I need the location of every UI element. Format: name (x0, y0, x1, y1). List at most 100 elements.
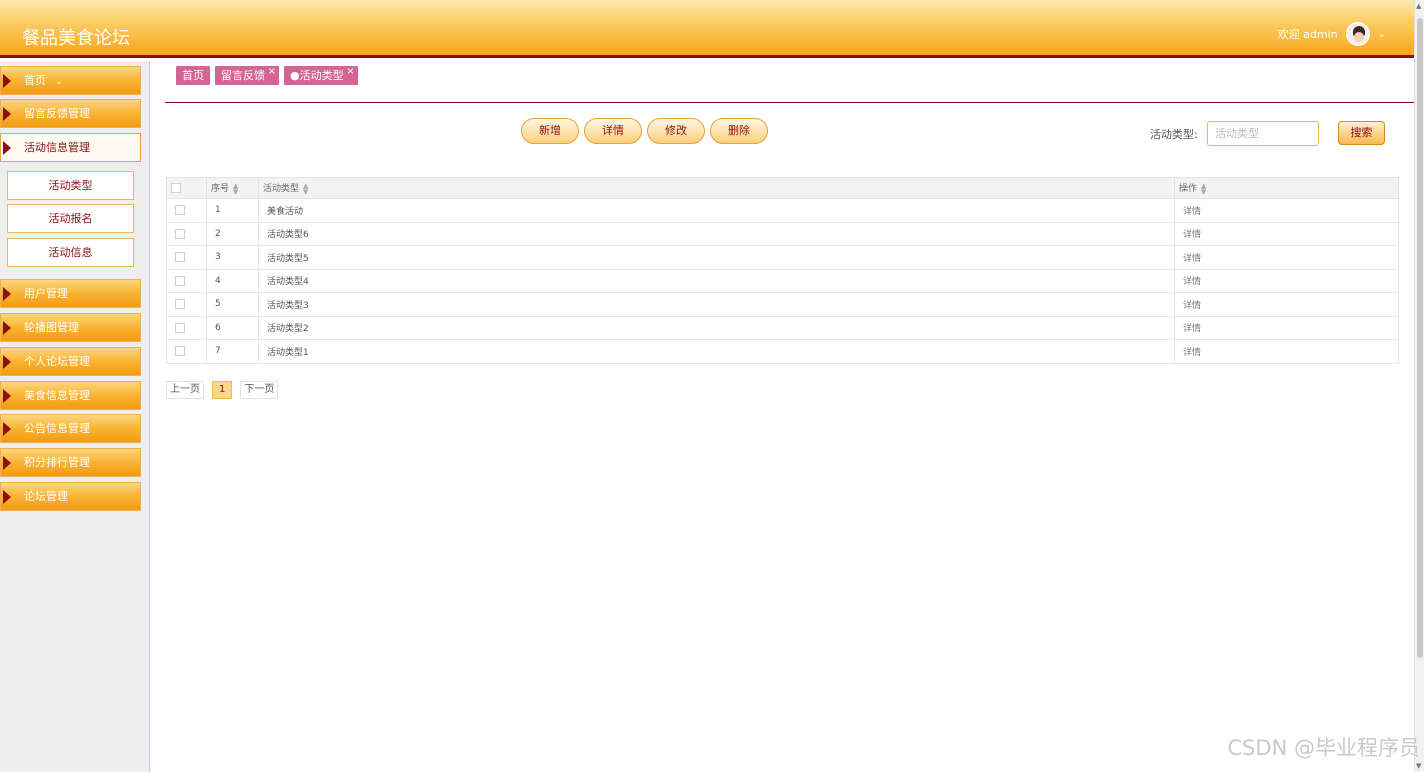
detail-link[interactable]: 详情 (1174, 339, 1399, 364)
scroll-up-icon[interactable]: ▲ (1416, 2, 1421, 10)
tab-divider (165, 102, 1414, 103)
user-menu[interactable]: 欢迎 admin ⌄ (1278, 22, 1386, 46)
vertical-scrollbar[interactable]: ▲ ▼ (1414, 0, 1424, 772)
sidebar-subitem-activity-signup[interactable]: 活动报名 (7, 204, 134, 233)
cell-type: 活动类型1 (258, 339, 1175, 364)
search-button[interactable]: 搜索 (1338, 121, 1385, 145)
sidebar-item-notice[interactable]: 公告信息管理 (0, 414, 141, 443)
cell-no: 6 (206, 315, 259, 340)
row-checkbox[interactable] (175, 346, 185, 356)
sort-arrows-icon[interactable]: ▲ ▼ (233, 182, 238, 195)
sidebar-item-points-ranking[interactable]: 积分排行管理 (0, 448, 141, 477)
sidebar: 首页 ⌄ 留言反馈管理 活动信息管理 活动类型 活动报名 活动信息 用户管理 轮… (0, 61, 150, 772)
delete-button[interactable]: 删除 (710, 118, 768, 144)
table-header-row: 序号 ▲ ▼ 活动类型 ▲ ▼ 操作 ▲ ▼ (166, 177, 1399, 199)
scroll-down-icon[interactable]: ▼ (1416, 762, 1421, 770)
sidebar-item-label: 活动信息管理 (24, 141, 90, 154)
sidebar-item-forum[interactable]: 论坛管理 (0, 482, 141, 511)
tab-feedback[interactable]: 留言反馈 × (215, 66, 279, 85)
sidebar-item-personal-forum[interactable]: 个人论坛管理 (0, 347, 141, 376)
cell-no: 2 (206, 221, 259, 246)
chevron-down-icon[interactable]: ⌄ (1378, 29, 1386, 40)
search-input[interactable] (1207, 121, 1319, 146)
sidebar-item-home[interactable]: 首页 ⌄ (0, 66, 141, 95)
sidebar-item-users[interactable]: 用户管理 (0, 279, 141, 308)
scrollbar-thumb[interactable] (1417, 18, 1423, 658)
search-label: 活动类型: (1150, 128, 1198, 141)
sort-arrows-icon[interactable]: ▲ ▼ (1201, 182, 1206, 195)
detail-link[interactable]: 详情 (1174, 292, 1399, 317)
prev-page-button[interactable]: 上一页 (166, 381, 204, 399)
row-select-cell (166, 245, 207, 270)
row-select-cell (166, 198, 207, 223)
sidebar-item-label: 积分排行管理 (24, 456, 90, 469)
triangle-right-icon (3, 287, 11, 301)
tab-home[interactable]: 首页 (176, 66, 210, 85)
cell-no: 5 (206, 292, 259, 317)
row-checkbox[interactable] (175, 322, 185, 333)
sidebar-item-label: 美食信息管理 (24, 389, 90, 402)
edit-button[interactable]: 修改 (647, 118, 705, 144)
triangle-right-icon (3, 107, 11, 121)
detail-link[interactable]: 详情 (1174, 268, 1399, 293)
table-row[interactable]: 1 美食活动 详情 (166, 198, 1399, 223)
row-checkbox[interactable] (175, 275, 185, 286)
row-checkbox[interactable] (175, 205, 185, 215)
select-all-cell (166, 177, 207, 199)
detail-link[interactable]: 详情 (1174, 198, 1399, 223)
activity-type-table: 序号 ▲ ▼ 活动类型 ▲ ▼ 操作 ▲ ▼ 1 美食活动 详情 2 活动类型6 详情 3 … (166, 177, 1399, 364)
triangle-right-icon (3, 355, 11, 369)
welcome-text: 欢迎 admin (1277, 28, 1338, 41)
column-header-type[interactable]: 活动类型 ▲ ▼ (258, 177, 1175, 199)
table-row[interactable]: 7 活动类型1 详情 (166, 339, 1399, 364)
triangle-right-icon (3, 321, 11, 335)
select-all-checkbox[interactable] (171, 182, 181, 193)
detail-link[interactable]: 详情 (1174, 221, 1399, 246)
table-row[interactable]: 3 活动类型5 详情 (166, 245, 1399, 270)
row-select-cell (166, 315, 207, 340)
row-select-cell (166, 221, 207, 246)
sort-arrows-icon[interactable]: ▲ ▼ (303, 182, 308, 195)
table-row[interactable]: 5 活动类型3 详情 (166, 292, 1399, 317)
sidebar-item-feedback[interactable]: 留言反馈管理 (0, 99, 141, 128)
sidebar-item-food-info[interactable]: 美食信息管理 (0, 381, 141, 410)
close-icon[interactable]: × (268, 62, 276, 81)
column-header-no[interactable]: 序号 ▲ ▼ (206, 177, 259, 199)
cell-type: 活动类型2 (258, 315, 1175, 340)
row-checkbox[interactable] (175, 228, 185, 239)
column-header-actions[interactable]: 操作 ▲ ▼ (1174, 177, 1399, 199)
sidebar-subitem-activity-info[interactable]: 活动信息 (7, 238, 134, 267)
cell-type: 活动类型5 (258, 245, 1175, 270)
table-row[interactable]: 6 活动类型2 详情 (166, 315, 1399, 340)
table-row[interactable]: 2 活动类型6 详情 (166, 221, 1399, 246)
tab-label: 留言反馈 (221, 69, 265, 82)
tab-label: ●活动类型 (290, 69, 344, 82)
tab-activity-type[interactable]: ●活动类型 × (284, 66, 358, 85)
next-page-button[interactable]: 下一页 (240, 381, 279, 399)
close-icon[interactable]: × (346, 62, 354, 81)
sidebar-item-carousel[interactable]: 轮播图管理 (0, 313, 141, 342)
sidebar-item-label: 用户管理 (24, 287, 68, 300)
sidebar-item-label: 首页 (24, 74, 46, 87)
sidebar-item-activity[interactable]: 活动信息管理 (0, 133, 141, 162)
detail-button[interactable]: 详情 (584, 118, 642, 144)
sidebar-subitem-activity-type[interactable]: 活动类型 (7, 171, 134, 200)
row-checkbox[interactable] (175, 252, 185, 262)
row-checkbox[interactable] (175, 299, 185, 309)
cell-no: 7 (206, 339, 259, 364)
row-select-cell (166, 339, 207, 364)
sidebar-item-label: 留言反馈管理 (24, 107, 90, 120)
page-1-button[interactable]: 1 (212, 381, 233, 399)
pagination: 上一页 1 下一页 (166, 381, 279, 399)
sidebar-item-label: 个人论坛管理 (24, 355, 90, 368)
cell-type: 活动类型4 (258, 268, 1175, 293)
triangle-right-icon (3, 422, 11, 436)
table-row[interactable]: 4 活动类型4 详情 (166, 268, 1399, 293)
detail-link[interactable]: 详情 (1174, 245, 1399, 270)
detail-link[interactable]: 详情 (1174, 315, 1399, 340)
user-avatar-icon[interactable] (1345, 22, 1370, 46)
add-button[interactable]: 新增 (521, 118, 579, 144)
top-header: 餐品美食论坛 欢迎 admin ⌄ (0, 0, 1414, 58)
cell-no: 3 (206, 245, 259, 270)
sidebar-item-label: 论坛管理 (24, 490, 68, 503)
